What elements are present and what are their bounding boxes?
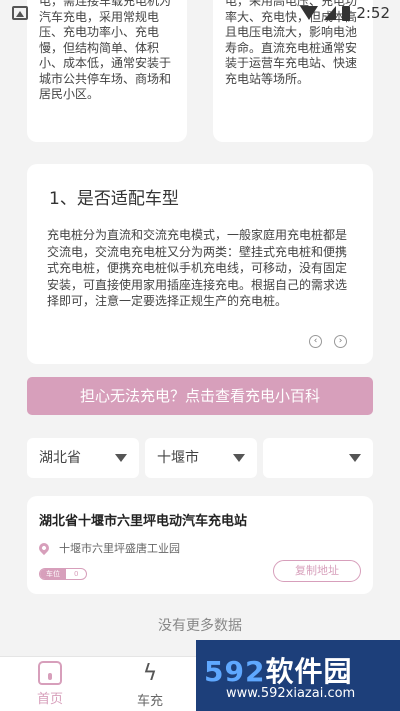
parking-badge: 车位 0 — [39, 568, 88, 580]
list-end-text: 没有更多数据 — [158, 618, 242, 634]
city-select-value: 十堰市 — [157, 450, 199, 466]
tab-home[interactable]: 首页 — [20, 661, 80, 707]
caret-down-icon — [233, 454, 245, 462]
status-bar: 2:52 — [0, 0, 400, 28]
parking-badge-value: 0 — [74, 570, 79, 578]
station-card[interactable]: 湖北省十堰市六里坪电动汽车充电站 十堰市六里坪盛唐工业园 车位 0 复制地址 — [27, 496, 373, 594]
image-icon — [12, 6, 28, 20]
location-pin-icon — [36, 540, 52, 556]
info-card-body: 充电桩分为直流和交流充电模式，一般家庭用充电桩都是交流电，交流电充电桩又分为两类… — [47, 228, 348, 308]
station-name: 湖北省十堰市六里坪电动汽车充电站 — [39, 514, 248, 529]
tab-charge-label: 车充 — [136, 694, 163, 709]
watermark-logo-text: 软件园 — [265, 655, 353, 688]
caret-down-icon — [115, 454, 127, 462]
battery-icon — [342, 5, 351, 21]
district-select[interactable] — [263, 438, 373, 478]
station-address: 十堰市六里坪盛唐工业园 — [59, 542, 180, 555]
chevron-right-icon[interactable]: › — [334, 335, 347, 348]
watermark-url: www.592xiazai.com — [226, 686, 356, 701]
province-select[interactable]: 湖北省 — [27, 438, 139, 478]
wifi-icon — [300, 6, 319, 20]
watermark: 592软件园 www.592xiazai.com — [196, 640, 400, 711]
chevron-left-icon[interactable]: ‹ — [309, 335, 322, 348]
city-select[interactable]: 十堰市 — [145, 438, 257, 478]
tab-home-label: 首页 — [36, 692, 63, 707]
watermark-logo: 592软件园 — [204, 650, 352, 690]
copy-address-button[interactable]: 复制地址 — [273, 560, 361, 582]
caret-down-icon — [349, 454, 361, 462]
status-icons: 2:52 — [300, 4, 390, 22]
charging-guide-button[interactable]: 担心无法充电？点击查看充电小百科 — [27, 377, 373, 415]
info-card[interactable]: 1、是否适配车型 充电桩分为直流和交流充电模式，一般家庭用充电桩都是交流电，交流… — [27, 164, 373, 364]
info-card-title: 1、是否适配车型 — [49, 189, 179, 209]
carousel-nav: ‹ › — [309, 335, 347, 348]
station-address-row: 十堰市六里坪盛唐工业园 — [36, 540, 361, 556]
parking-badge-label: 车位 — [40, 569, 66, 579]
home-icon — [38, 661, 62, 685]
province-select-value: 湖北省 — [39, 450, 81, 466]
clock: 2:52 — [356, 4, 390, 22]
lightning-icon: ϟ — [142, 661, 158, 686]
tab-charge[interactable]: ϟ 车充 — [120, 661, 180, 709]
signal-icon — [324, 6, 337, 20]
watermark-logo-num: 592 — [204, 655, 266, 688]
